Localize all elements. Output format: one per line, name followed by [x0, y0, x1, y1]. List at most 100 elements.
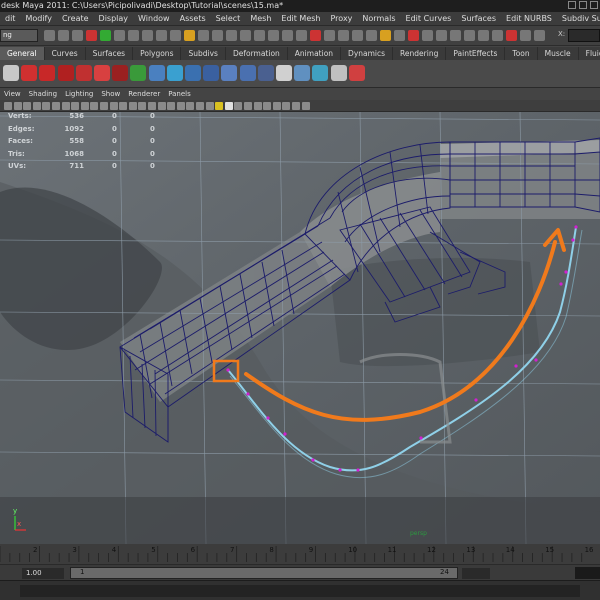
status-line-tool-icon[interactable]	[198, 30, 209, 41]
shelf-tab[interactable]: Polygons	[133, 47, 182, 60]
menu-set-select[interactable]: ng	[0, 29, 38, 42]
panel-tool-icon[interactable]	[292, 102, 300, 110]
panel-tool-icon[interactable]	[215, 102, 224, 110]
range-start-field[interactable]: 1.00	[22, 568, 64, 579]
status-line-tool-icon[interactable]	[86, 30, 97, 41]
shelf-tool-icon[interactable]	[148, 65, 165, 81]
menu-item[interactable]: Normals	[357, 12, 400, 25]
shelf-tool-icon[interactable]	[57, 65, 74, 81]
menu-item[interactable]: Select	[211, 12, 246, 25]
menu-item[interactable]: Assets	[175, 12, 211, 25]
panel-tool-icon[interactable]	[224, 102, 233, 110]
shelf-tab[interactable]: General	[0, 47, 45, 60]
shelf-tool-icon[interactable]	[185, 65, 201, 81]
panel-tool-icon[interactable]	[23, 102, 32, 110]
status-line-tool-icon[interactable]	[380, 30, 391, 41]
shelf-tool-icon[interactable]	[21, 65, 38, 81]
panel-tool-icon[interactable]	[100, 102, 108, 110]
status-line-tool-icon[interactable]	[282, 30, 293, 41]
panel-tool-icon[interactable]	[119, 102, 128, 110]
menu-item[interactable]: Edit Mesh	[276, 12, 325, 25]
status-line-tool-icon[interactable]	[324, 30, 335, 41]
status-line-tool-icon[interactable]	[478, 30, 489, 41]
status-line-tool-icon[interactable]	[422, 30, 433, 41]
x-input[interactable]	[568, 29, 600, 42]
menu-item[interactable]: Edit NURBS	[501, 12, 557, 25]
panel-tool-icon[interactable]	[282, 102, 291, 110]
status-line-tool-icon[interactable]	[170, 30, 181, 41]
status-line-tool-icon[interactable]	[310, 30, 321, 41]
menu-item[interactable]: Display	[94, 12, 134, 25]
panel-menu-item[interactable]: Panels	[164, 89, 195, 100]
maximize-button[interactable]	[579, 1, 587, 9]
menu-item[interactable]: Proxy	[326, 12, 358, 25]
shelf-tool-icon[interactable]	[348, 65, 365, 81]
shelf-tab[interactable]: Surfaces	[86, 47, 134, 60]
status-line-tool-icon[interactable]	[114, 30, 125, 41]
status-line-tool-icon[interactable]	[534, 30, 545, 41]
panel-tool-icon[interactable]	[32, 102, 41, 110]
status-line-tool-icon[interactable]	[240, 30, 251, 41]
panel-tool-icon[interactable]	[71, 102, 80, 110]
panel-tool-icon[interactable]	[263, 102, 272, 110]
panel-tool-icon[interactable]	[244, 102, 252, 110]
status-line-tool-icon[interactable]	[464, 30, 475, 41]
command-input[interactable]	[20, 585, 580, 597]
panel-tool-icon[interactable]	[13, 102, 22, 110]
shelf-tool-icon[interactable]	[276, 65, 292, 81]
viewport[interactable]: Verts: 536 0 0 Edges: 1092 0 0 Faces: 558 0 0 Tris: 1…	[0, 112, 600, 544]
viewport-canvas[interactable]	[0, 112, 600, 544]
shelf-tab[interactable]: Curves	[45, 47, 86, 60]
shelf-tool-icon[interactable]	[75, 65, 92, 81]
panel-menu-item[interactable]: Lighting	[61, 89, 97, 100]
time-ruler[interactable]: 2 3 4 5 6 7 8 9 10 11 12 13 14 15 16	[0, 544, 600, 564]
shelf-tab[interactable]: Rendering	[393, 47, 447, 60]
status-line-tool-icon[interactable]	[226, 30, 237, 41]
panel-tool-icon[interactable]	[196, 102, 204, 110]
status-line-tool-icon[interactable]	[184, 30, 195, 41]
status-line-tool-icon[interactable]	[366, 30, 377, 41]
status-line-tool-icon[interactable]	[352, 30, 363, 41]
status-line-tool-icon[interactable]	[450, 30, 461, 41]
shelf-tool-icon[interactable]	[3, 65, 19, 81]
status-line-tool-icon[interactable]	[128, 30, 139, 41]
shelf-tab[interactable]: Toon	[505, 47, 538, 60]
status-line-tool-icon[interactable]	[394, 30, 405, 41]
menu-item[interactable]: Modify	[20, 12, 57, 25]
panel-menu-item[interactable]: Renderer	[124, 89, 164, 100]
menu-item[interactable]: Mesh	[245, 12, 276, 25]
panel-tool-icon[interactable]	[138, 102, 147, 110]
status-line-tool-icon[interactable]	[506, 30, 517, 41]
status-line-tool-icon[interactable]	[436, 30, 447, 41]
time-slider[interactable]: 2 3 4 5 6 7 8 9 10 11 12 13 14 15 16	[0, 544, 600, 564]
menu-item[interactable]: Surfaces	[456, 12, 501, 25]
panel-tool-icon[interactable]	[205, 102, 214, 110]
menu-item[interactable]: Create	[57, 12, 94, 25]
shelf-tool-icon[interactable]	[39, 65, 56, 81]
shelf-tool-icon[interactable]	[203, 65, 220, 81]
status-line-tool-icon[interactable]	[100, 30, 111, 41]
panel-tool-icon[interactable]	[167, 102, 176, 110]
status-line-tool-icon[interactable]	[142, 30, 153, 41]
panel-tool-icon[interactable]	[90, 102, 99, 110]
shelf-tab[interactable]: Muscle	[538, 47, 579, 60]
panel-tool-icon[interactable]	[148, 102, 156, 110]
shelf-tool-icon[interactable]	[330, 65, 347, 81]
status-line-tool-icon[interactable]	[212, 30, 223, 41]
shelf-tool-icon[interactable]	[312, 65, 329, 81]
status-line-tool-icon[interactable]	[338, 30, 349, 41]
status-line-tool-icon[interactable]	[408, 30, 419, 41]
shelf-tab[interactable]: Fluids	[579, 47, 600, 60]
status-line-tool-icon[interactable]	[156, 30, 167, 41]
shelf-tab[interactable]: Animation	[288, 47, 342, 60]
status-line-tool-icon[interactable]	[296, 30, 307, 41]
panel-menu-item[interactable]: Shading	[25, 89, 61, 100]
panel-menu-item[interactable]: View	[0, 89, 25, 100]
status-line-tool-icon[interactable]	[254, 30, 265, 41]
shelf-tab[interactable]: Subdivs	[181, 47, 226, 60]
panel-tool-icon[interactable]	[42, 102, 51, 110]
panel-tool-icon[interactable]	[301, 102, 310, 110]
panel-tool-icon[interactable]	[272, 102, 281, 110]
shelf-tool-icon[interactable]	[294, 65, 311, 81]
shelf-tab[interactable]: Dynamics	[341, 47, 394, 60]
